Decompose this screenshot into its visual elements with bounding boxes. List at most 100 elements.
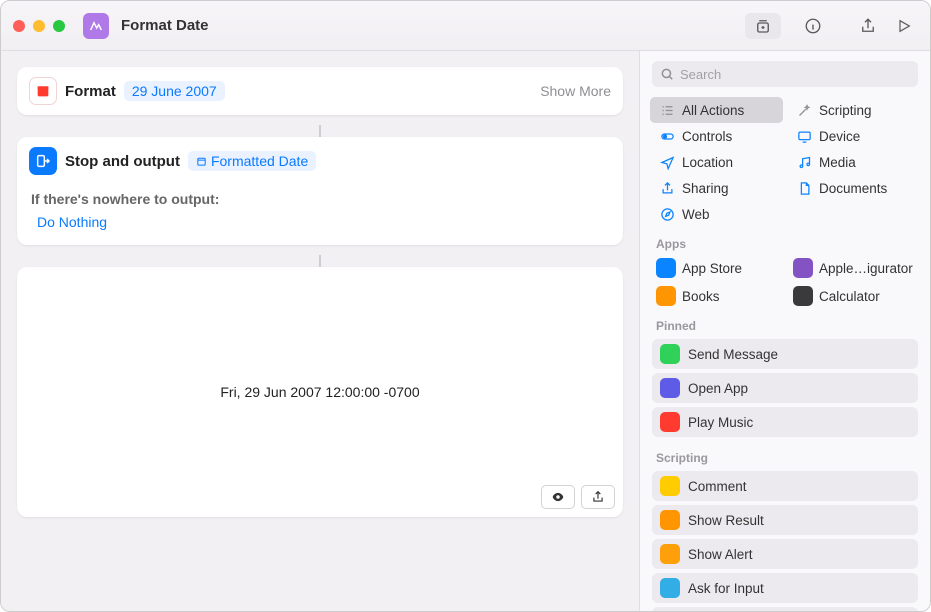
- action-list: Send Message Open App Play Music: [640, 339, 930, 441]
- category-sharing[interactable]: Sharing: [650, 175, 783, 201]
- action-icon: [660, 476, 680, 496]
- action-name: Format: [65, 83, 116, 100]
- music-icon: [795, 153, 813, 171]
- action-row[interactable]: Play Music: [652, 407, 918, 437]
- action-label: Comment: [688, 479, 747, 494]
- action-icon: [660, 412, 680, 432]
- output-text: Fri, 29 Jun 2007 12:00:00 -0700: [220, 384, 419, 400]
- action-icon: [660, 510, 680, 530]
- maximize-button[interactable]: [53, 20, 65, 32]
- library-pane: All Actions Scripting Controls Device Locati…: [640, 51, 930, 611]
- app-label: Calculator: [819, 289, 880, 304]
- editor-pane: Format 29 June 2007 Show More Stop and o…: [1, 51, 640, 611]
- action-list: Comment Show Result Show Alert Ask for Inpu…: [640, 471, 930, 611]
- fallback-label: If there's nowhere to output:: [31, 191, 609, 207]
- display-icon: [795, 127, 813, 145]
- category-location[interactable]: Location: [650, 149, 783, 175]
- category-device[interactable]: Device: [787, 123, 920, 149]
- search-input[interactable]: [652, 61, 918, 87]
- app-icon: [656, 286, 676, 306]
- action-row[interactable]: Show Alert: [652, 539, 918, 569]
- action-icon: [660, 578, 680, 598]
- info-button[interactable]: [799, 13, 827, 39]
- output-card: Fri, 29 Jun 2007 12:00:00 -0700: [17, 267, 623, 517]
- doc-icon: [795, 179, 813, 197]
- action-label: Open App: [688, 381, 748, 396]
- category-all-actions[interactable]: All Actions: [650, 97, 783, 123]
- app-item[interactable]: Calculator: [787, 283, 920, 309]
- category-web[interactable]: Web: [650, 201, 783, 227]
- action-row[interactable]: Send Message: [652, 339, 918, 369]
- action-row[interactable]: Show Result: [652, 505, 918, 535]
- app-label: Apple…igurator: [819, 261, 913, 276]
- right-toolbar-group: [641, 1, 931, 51]
- category-grid: All Actions Scripting Controls Device Locati…: [640, 97, 930, 227]
- pinned-header: Pinned: [640, 309, 930, 337]
- category-label: Controls: [682, 129, 732, 144]
- date-token[interactable]: 29 June 2007: [124, 81, 225, 101]
- connector-line: [319, 125, 321, 137]
- exit-icon: [29, 147, 57, 175]
- action-row[interactable]: Open App: [652, 373, 918, 403]
- action-label: Show Result: [688, 513, 764, 528]
- category-label: Scripting: [819, 103, 872, 118]
- share-output-button[interactable]: [581, 485, 615, 509]
- category-label: Media: [819, 155, 856, 170]
- shortcut-icon: [83, 13, 109, 39]
- action-icon: [660, 544, 680, 564]
- wand-icon: [795, 101, 813, 119]
- library-button[interactable]: [745, 13, 781, 39]
- action-label: Play Music: [688, 415, 753, 430]
- category-label: Documents: [819, 181, 887, 196]
- stop-output-action-card[interactable]: Stop and output Formatted Date If there'…: [17, 137, 623, 245]
- app-icon: [793, 258, 813, 278]
- action-name: Stop and output: [65, 153, 180, 170]
- action-label: Show Alert: [688, 547, 753, 562]
- token-label: Formatted Date: [211, 153, 308, 169]
- app-icon: [656, 258, 676, 278]
- window-controls: [13, 20, 65, 32]
- list-icon: [658, 101, 676, 119]
- category-label: Web: [682, 207, 710, 222]
- category-controls[interactable]: Controls: [650, 123, 783, 149]
- fallback-value[interactable]: Do Nothing: [31, 211, 113, 233]
- titlebar: Format Date: [1, 1, 930, 51]
- quicklook-button[interactable]: [541, 485, 575, 509]
- action-label: Ask for Input: [688, 581, 764, 596]
- app-label: App Store: [682, 261, 742, 276]
- category-label: Location: [682, 155, 733, 170]
- category-scripting[interactable]: Scripting: [787, 97, 920, 123]
- action-icon: [660, 378, 680, 398]
- action-icon: [660, 344, 680, 364]
- app-icon: [793, 286, 813, 306]
- show-more-button[interactable]: Show More: [540, 83, 611, 99]
- formatted-date-token[interactable]: Formatted Date: [188, 151, 316, 171]
- safari-icon: [658, 205, 676, 223]
- close-button[interactable]: [13, 20, 25, 32]
- action-row[interactable]: Ask for Input: [652, 573, 918, 603]
- window-title: Format Date: [121, 17, 209, 34]
- apps-header: Apps: [640, 227, 930, 255]
- connector-line: [319, 255, 321, 267]
- app-grid: App Store Apple…igurator Books Calculator: [640, 255, 930, 309]
- action-row[interactable]: Count: [652, 607, 918, 611]
- app-item[interactable]: Books: [650, 283, 783, 309]
- scripting-header: Scripting: [640, 441, 930, 469]
- share-icon: [658, 179, 676, 197]
- category-label: All Actions: [682, 103, 744, 118]
- category-label: Sharing: [682, 181, 729, 196]
- minimize-button[interactable]: [33, 20, 45, 32]
- format-action-card[interactable]: Format 29 June 2007 Show More: [17, 67, 623, 115]
- app-label: Books: [682, 289, 720, 304]
- category-label: Device: [819, 129, 860, 144]
- app-item[interactable]: Apple…igurator: [787, 255, 920, 281]
- action-label: Send Message: [688, 347, 778, 362]
- category-media[interactable]: Media: [787, 149, 920, 175]
- nav-icon: [658, 153, 676, 171]
- app-item[interactable]: App Store: [650, 255, 783, 281]
- category-documents[interactable]: Documents: [787, 175, 920, 201]
- switch-icon: [658, 127, 676, 145]
- action-row[interactable]: Comment: [652, 471, 918, 501]
- shortcuts-window: Format Date: [0, 0, 931, 612]
- body: Format 29 June 2007 Show More Stop and o…: [1, 51, 930, 611]
